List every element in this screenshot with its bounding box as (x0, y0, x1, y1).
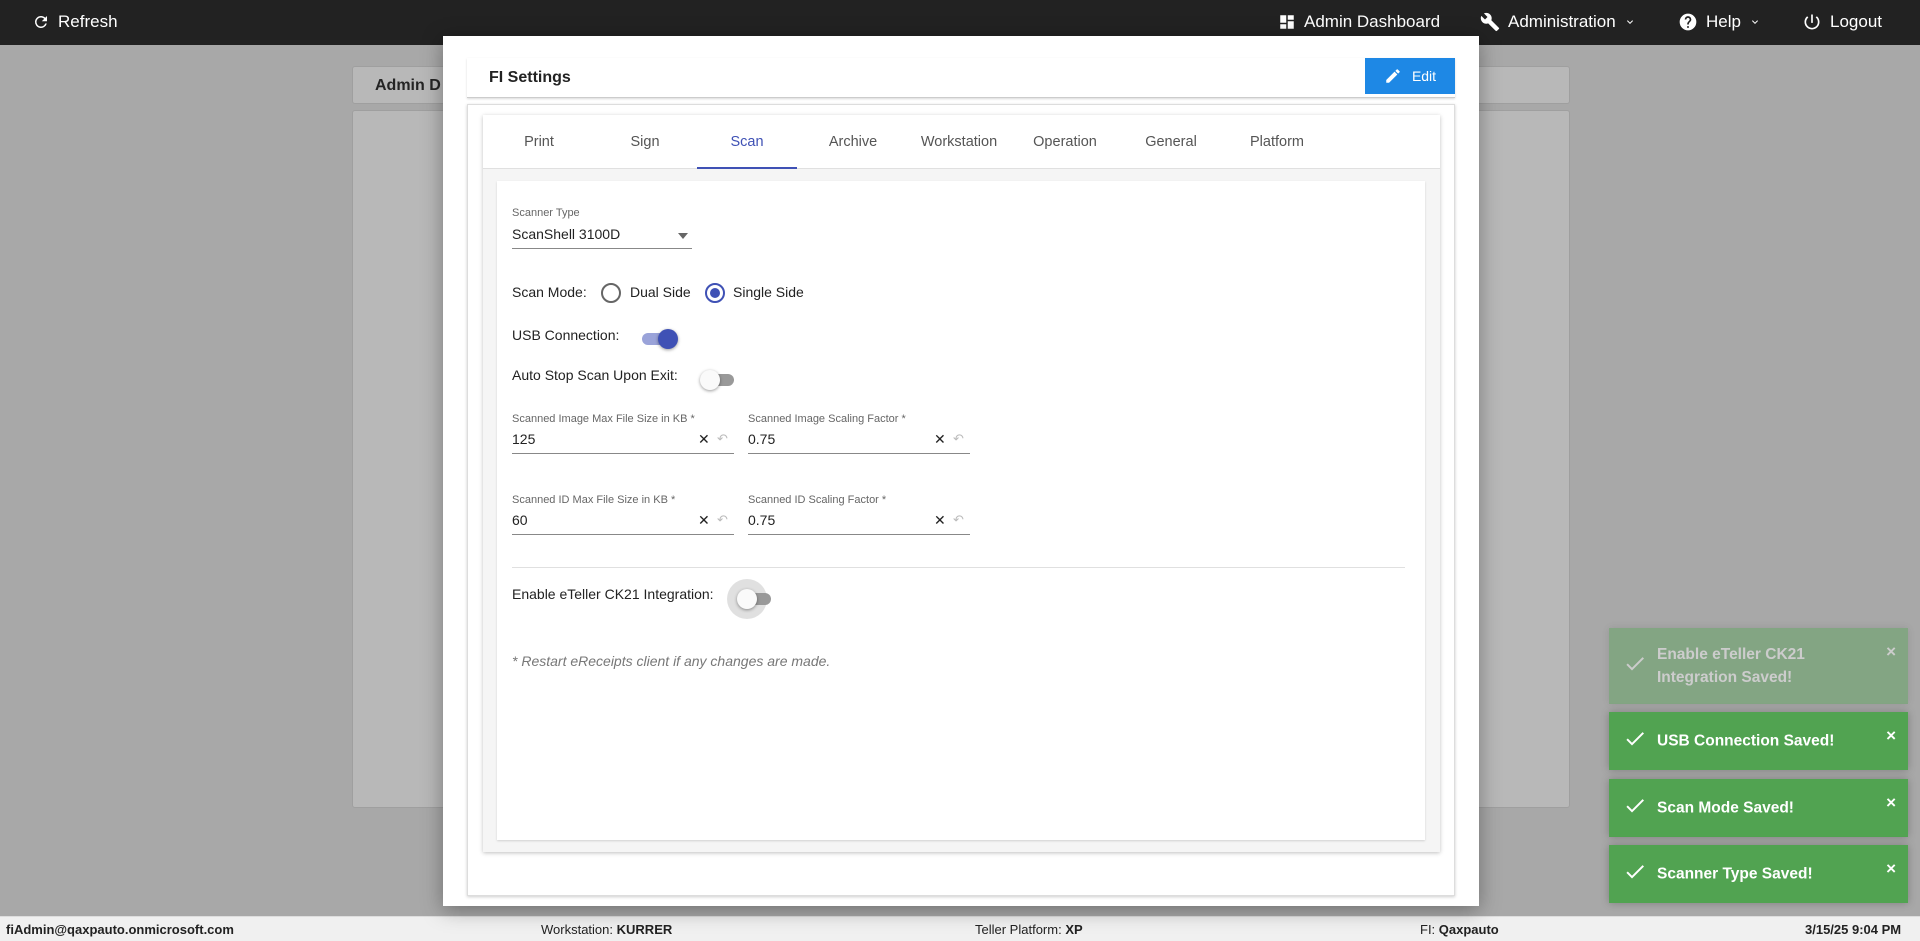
administration-menu[interactable]: Administration (1480, 12, 1636, 32)
footer-workstation: Workstation: KURRER (541, 922, 673, 937)
check-icon (1623, 727, 1647, 756)
modal-header: FI Settings Edit (467, 58, 1455, 98)
radio-dual-side[interactable] (601, 283, 621, 303)
toast-message: Scanner Type Saved! (1657, 865, 1813, 883)
toast-eteller-saved: Enable eTeller CK21 Integration Saved! × (1609, 628, 1908, 704)
image-max-size-field[interactable]: 125 ✕ ↶ (512, 426, 734, 456)
auto-stop-label: Auto Stop Scan Upon Exit: (512, 367, 678, 383)
refresh-button[interactable]: Refresh (32, 12, 118, 32)
clear-icon[interactable]: ✕ (934, 431, 946, 448)
tab-sign[interactable]: Sign (595, 115, 695, 169)
dropdown-arrow-icon (678, 233, 688, 239)
auto-stop-toggle[interactable] (700, 370, 736, 390)
toast-message: Scan Mode Saved! (1657, 799, 1794, 817)
radio-single-side[interactable] (705, 283, 725, 303)
status-footer: fiAdmin@qaxpauto.onmicrosoft.com Worksta… (0, 916, 1920, 941)
wrench-icon (1480, 12, 1500, 32)
footer-platform: Teller Platform: XP (975, 922, 1083, 937)
image-scaling-value: 0.75 (748, 431, 776, 447)
scanner-type-select[interactable]: ScanShell 3100D (512, 221, 692, 249)
tab-archive[interactable]: Archive (803, 115, 903, 169)
edit-label: Edit (1411, 68, 1437, 84)
logout-label: Logout (1830, 12, 1882, 31)
footer-datetime: 3/15/25 9:04 PM (1805, 922, 1902, 937)
single-side-label: Single Side (733, 284, 804, 300)
refresh-icon (34, 15, 47, 28)
admin-dashboard-label: Admin Dashboard (1304, 12, 1441, 31)
footer-user: fiAdmin@qaxpauto.onmicrosoft.com (6, 922, 234, 937)
toast-scanner-type-saved: Scanner Type Saved! × (1609, 845, 1908, 903)
eteller-label: Enable eTeller CK21 Integration: (512, 586, 714, 602)
undo-icon[interactable]: ↶ (717, 431, 728, 447)
tab-print[interactable]: Print (489, 115, 589, 169)
tab-workstation[interactable]: Workstation (909, 115, 1009, 169)
dual-side-label: Dual Side (630, 284, 691, 300)
admin-dashboard-link[interactable]: Admin Dashboard (1278, 12, 1440, 32)
help-label: Help (1706, 12, 1741, 31)
modal-body: Print Sign Scan Archive Workstation Oper… (467, 104, 1455, 896)
id-max-size-field[interactable]: 60 ✕ ↶ (512, 507, 734, 537)
scanner-type-label: Scanner Type (512, 207, 580, 219)
close-icon[interactable]: × (1886, 859, 1896, 879)
scan-settings-content: Scanner Type ScanShell 3100D Scan Mode: … (497, 181, 1425, 840)
close-icon[interactable]: × (1886, 726, 1896, 746)
usb-connection-toggle[interactable] (640, 329, 678, 349)
check-icon (1623, 860, 1647, 889)
undo-icon[interactable]: ↶ (953, 512, 964, 528)
administration-label: Administration (1508, 12, 1616, 31)
logout-button[interactable]: Logout (1802, 12, 1882, 32)
clear-icon[interactable]: ✕ (934, 512, 946, 529)
clear-icon[interactable]: ✕ (698, 512, 710, 529)
help-icon (1679, 13, 1697, 31)
help-menu[interactable]: Help (1678, 12, 1761, 32)
toast-message: Enable eTeller CK21 Integration Saved! (1657, 646, 1805, 686)
toast-usb-saved: USB Connection Saved! × (1609, 712, 1908, 770)
edit-button[interactable]: Edit (1365, 58, 1455, 94)
tab-platform[interactable]: Platform (1227, 115, 1327, 169)
restart-note: * Restart eReceipts client if any change… (512, 653, 831, 669)
id-max-size-label: Scanned ID Max File Size in KB * (512, 494, 676, 506)
power-icon (1804, 14, 1820, 30)
refresh-label: Refresh (58, 12, 118, 31)
image-scaling-label: Scanned Image Scaling Factor * (748, 413, 906, 425)
image-max-size-label: Scanned Image Max File Size in KB * (512, 413, 695, 425)
dashboard-icon (1280, 15, 1294, 29)
settings-tab-panel: Print Sign Scan Archive Workstation Oper… (483, 115, 1440, 852)
toast-scan-mode-saved: Scan Mode Saved! × (1609, 779, 1908, 837)
scanner-type-value: ScanShell 3100D (512, 226, 621, 242)
footer-fi: FI: Qaxpauto (1420, 922, 1499, 937)
image-scaling-field[interactable]: 0.75 ✕ ↶ (748, 426, 970, 456)
id-max-size-value: 60 (512, 512, 528, 528)
eteller-toggle[interactable] (737, 589, 773, 609)
section-divider (512, 567, 1405, 568)
clear-icon[interactable]: ✕ (698, 431, 710, 448)
chevron-down-icon (1751, 20, 1758, 24)
id-scaling-label: Scanned ID Scaling Factor * (748, 494, 887, 506)
undo-icon[interactable]: ↶ (953, 431, 964, 447)
scan-mode-label: Scan Mode: (512, 284, 587, 300)
tab-bar: Print Sign Scan Archive Workstation Oper… (483, 115, 1440, 169)
tab-scan[interactable]: Scan (697, 115, 797, 169)
undo-icon[interactable]: ↶ (717, 512, 728, 528)
close-icon[interactable]: × (1886, 642, 1896, 662)
toast-message: USB Connection Saved! (1657, 732, 1835, 750)
modal-title: FI Settings (489, 69, 571, 86)
usb-connection-label: USB Connection: (512, 327, 620, 343)
id-scaling-value: 0.75 (748, 512, 776, 528)
chevron-down-icon (1626, 20, 1633, 24)
check-icon (1623, 652, 1647, 681)
id-scaling-field[interactable]: 0.75 ✕ ↶ (748, 507, 970, 537)
image-max-size-value: 125 (512, 431, 536, 447)
tab-operation[interactable]: Operation (1015, 115, 1115, 169)
pencil-icon (1386, 69, 1400, 83)
close-icon[interactable]: × (1886, 793, 1896, 813)
check-icon (1623, 794, 1647, 823)
tab-general[interactable]: General (1121, 115, 1221, 169)
fi-settings-modal: FI Settings Edit Print Sign Scan Archive… (443, 36, 1479, 906)
